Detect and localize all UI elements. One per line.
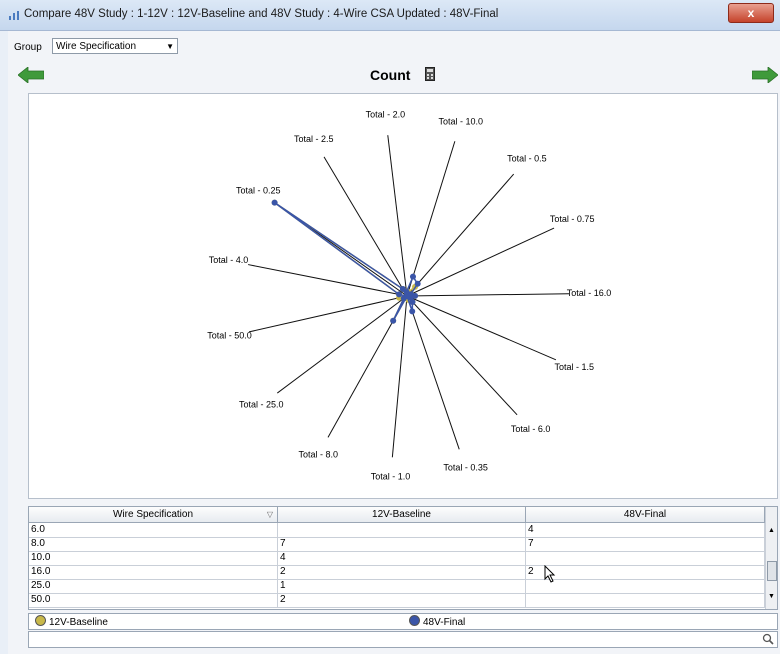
radar-spoke xyxy=(406,295,557,361)
table-row[interactable]: 25.0 1 xyxy=(29,579,765,594)
data-point[interactable] xyxy=(409,273,416,280)
radar-chart-area: Total - 10.0 Total - 0.5 Total - 0.75 Total… xyxy=(28,93,778,499)
table-row[interactable]: 16.0 2 2 xyxy=(29,565,765,580)
scroll-down-icon[interactable]: ▼ xyxy=(768,593,775,600)
cell-spec: 25.0 xyxy=(29,579,278,593)
cell-12v: 2 xyxy=(278,565,526,579)
chevron-down-icon: ▼ xyxy=(166,42,174,51)
spoke-label: Total - 16.0 xyxy=(567,288,612,298)
cell-48v xyxy=(526,579,765,593)
spoke-label: Total - 10.0 xyxy=(439,117,484,127)
spoke-label: Total - 1.0 xyxy=(371,472,411,482)
cell-12v: 7 xyxy=(278,537,526,551)
cell-12v: 4 xyxy=(278,551,526,565)
data-point[interactable] xyxy=(409,308,416,315)
cell-12v: 2 xyxy=(278,593,526,607)
spoke-label: Total - 8.0 xyxy=(298,449,338,459)
radar-spoke xyxy=(387,135,408,297)
legend-label: 48V-Final xyxy=(423,617,466,628)
radar-spoke xyxy=(406,227,555,297)
cell-spec: 50.0 xyxy=(29,593,278,607)
spoke-label: Total - 0.5 xyxy=(507,153,547,163)
cell-12v xyxy=(278,523,526,537)
series-line xyxy=(274,202,419,322)
sort-icon: ▽ xyxy=(266,510,273,519)
calculator-icon[interactable] xyxy=(425,67,435,81)
legend: 12V-Baseline 48V-Final xyxy=(28,613,778,630)
column-header-wire-spec[interactable]: Wire Specification ▽ xyxy=(29,507,278,522)
data-point[interactable] xyxy=(403,288,410,295)
search-icon[interactable] xyxy=(762,633,774,645)
mouse-cursor-icon xyxy=(544,565,556,583)
cell-12v: 1 xyxy=(278,579,526,593)
cell-48v xyxy=(526,593,765,607)
spoke-label: Total - 6.0 xyxy=(511,424,551,434)
title-bar: Compare 48V Study : 1-12V : 12V-Baseline… xyxy=(0,0,780,31)
chart-app-icon xyxy=(9,11,19,20)
arrow-left-icon[interactable] xyxy=(18,67,44,83)
data-point[interactable] xyxy=(390,317,397,324)
main-content: Group Wire Specification ▼ Count Total -… xyxy=(8,31,780,654)
data-point[interactable] xyxy=(409,298,416,305)
data-point[interactable] xyxy=(396,291,403,298)
data-point[interactable] xyxy=(414,280,421,287)
compare-window: Compare 48V Study : 1-12V : 12V-Baseline… xyxy=(0,0,780,654)
legend-item-48v[interactable]: 48V-Final xyxy=(409,615,465,629)
arrow-right-icon[interactable] xyxy=(752,67,778,83)
radar-spoke xyxy=(406,295,460,450)
scroll-thumb[interactable] xyxy=(767,561,777,581)
group-select[interactable]: Wire Specification ▼ xyxy=(52,38,178,54)
legend-label: 12V-Baseline xyxy=(49,617,108,628)
chart-title: Count xyxy=(370,67,411,83)
spoke-label: Total - 25.0 xyxy=(239,399,284,409)
scroll-up-icon[interactable]: ▲ xyxy=(768,527,775,534)
cell-spec: 8.0 xyxy=(29,537,278,551)
close-button[interactable]: x xyxy=(728,3,774,23)
column-header-48v[interactable]: 48V-Final xyxy=(526,507,765,522)
column-header-12v[interactable]: 12V-Baseline xyxy=(278,507,526,522)
cell-spec: 6.0 xyxy=(29,523,278,537)
legend-dot-48v xyxy=(409,615,420,626)
radar-spoke xyxy=(406,293,569,297)
spoke-label: Total - 2.0 xyxy=(366,110,406,120)
group-label: Group xyxy=(14,42,42,53)
column-header-label: Wire Specification xyxy=(112,509,194,520)
group-select-value: Wire Specification xyxy=(56,41,137,52)
table-row[interactable]: 8.0 7 7 xyxy=(29,537,765,552)
cell-48v: 4 xyxy=(526,523,765,537)
legend-dot-12v xyxy=(35,615,46,626)
cell-spec: 16.0 xyxy=(29,565,278,579)
data-table: Wire Specification ▽ 12V-Baseline 48V-Fi… xyxy=(28,506,778,610)
cell-48v: 2 xyxy=(526,565,765,579)
spoke-label: Total - 4.0 xyxy=(209,255,249,265)
table-scrollbar[interactable]: ▲ ▼ xyxy=(765,507,777,609)
cell-48v: 7 xyxy=(526,537,765,551)
radar-spoke xyxy=(247,264,408,297)
window-title: Compare 48V Study : 1-12V : 12V-Baseline… xyxy=(24,8,499,20)
cell-48v xyxy=(526,551,765,565)
radar-spoke xyxy=(406,141,456,297)
cell-spec: 10.0 xyxy=(29,551,278,565)
table-row[interactable]: 6.0 4 xyxy=(29,523,765,538)
series-line xyxy=(274,202,418,322)
spoke-label: Total - 0.25 xyxy=(236,185,281,195)
radar-spoke xyxy=(323,156,408,297)
spoke-label: Total - 0.75 xyxy=(550,214,595,224)
radar-chart: Total - 10.0 Total - 0.5 Total - 0.75 Total… xyxy=(207,110,612,482)
radar-spoke xyxy=(406,173,515,297)
radar-spoke xyxy=(406,295,518,416)
spoke-label: Total - 1.5 xyxy=(555,362,595,372)
table-header: Wire Specification ▽ 12V-Baseline 48V-Fi… xyxy=(29,507,765,523)
table-row[interactable]: 50.0 2 xyxy=(29,593,765,608)
data-point[interactable] xyxy=(271,199,278,206)
spoke-label: Total - 0.35 xyxy=(443,463,488,473)
spoke-label: Total - 2.5 xyxy=(294,134,334,144)
spoke-label: Total - 50.0 xyxy=(207,331,252,341)
table-row[interactable]: 10.0 4 xyxy=(29,551,765,566)
legend-item-12v[interactable]: 12V-Baseline xyxy=(35,615,108,629)
search-input[interactable] xyxy=(28,631,778,648)
